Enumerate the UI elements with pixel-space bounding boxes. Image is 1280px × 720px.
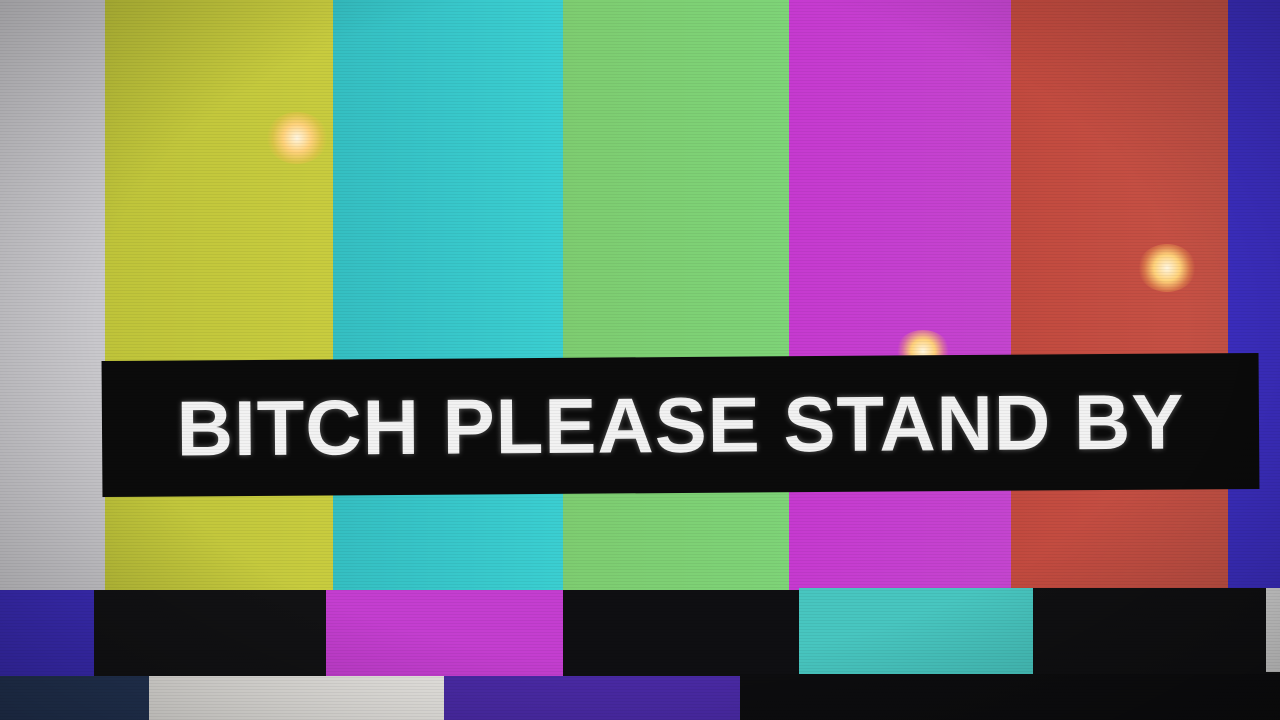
black-tile-4 [740, 674, 1280, 720]
white-tile [149, 676, 445, 720]
blue-tile [0, 590, 95, 678]
magenta-tile [326, 590, 564, 676]
white-edge-tile [1266, 588, 1280, 672]
navy-tile [0, 676, 150, 720]
tv-screen: BITCH PLEASE STAND BY [0, 0, 1280, 720]
purple-tile [444, 676, 741, 720]
cyan-bar [333, 0, 568, 590]
black-tile-3 [1033, 588, 1268, 676]
stand-by-banner: BITCH PLEASE STAND BY [101, 352, 1260, 498]
banner-text: BITCH PLEASE STAND BY [176, 377, 1185, 473]
yellow-bar [105, 0, 345, 592]
green-bar [563, 0, 799, 590]
cyan-tile [799, 588, 1035, 674]
black-tile [94, 590, 328, 678]
blue-bar [1228, 0, 1280, 590]
black-tile-2 [563, 590, 801, 676]
magenta-bar [789, 0, 1035, 590]
